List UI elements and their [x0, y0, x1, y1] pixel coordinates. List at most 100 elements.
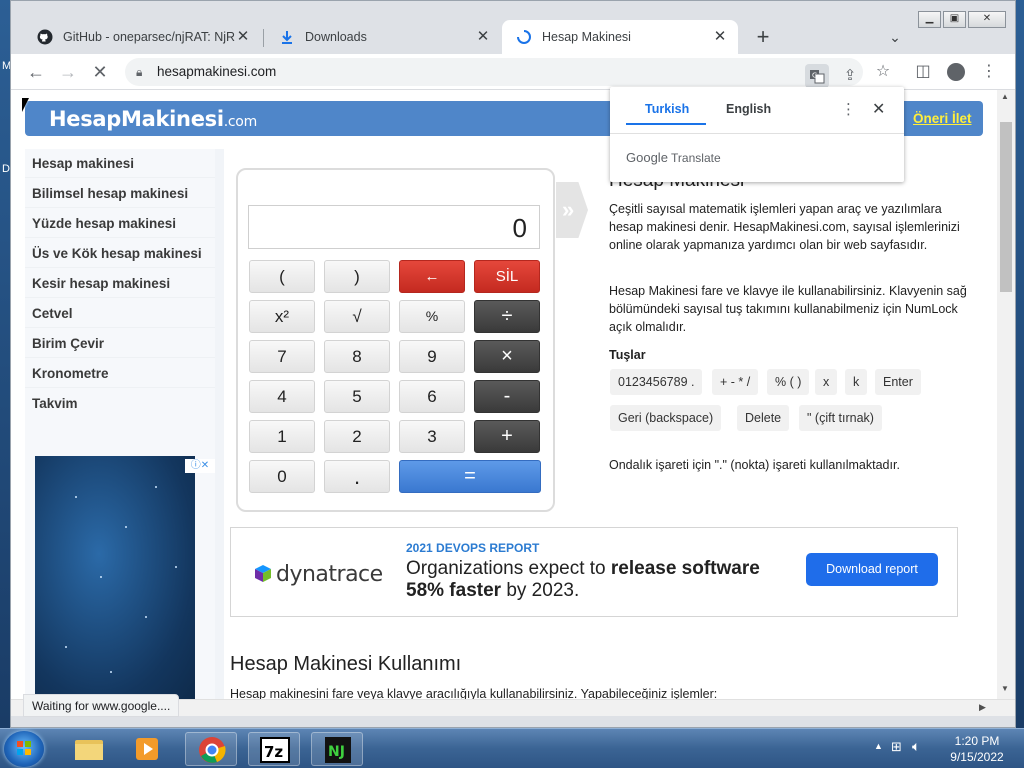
- close-icon[interactable]: ✕: [475, 29, 491, 45]
- forward-button[interactable]: →: [54, 58, 82, 86]
- ad-choices-icon[interactable]: ⓘ✕: [185, 459, 215, 473]
- tab-strip: ▁ ▣ ✕ GitHub - oneparsec/njRAT: NjRAT ✕ …: [11, 1, 1015, 54]
- profile-icon[interactable]: [942, 58, 970, 86]
- menu-icon[interactable]: ⋮: [975, 58, 1003, 86]
- key-8[interactable]: 8: [324, 340, 390, 373]
- key-4[interactable]: 4: [249, 380, 315, 413]
- dynatrace-ad[interactable]: dynatrace 2021 DEVOPS REPORT Organizatio…: [230, 527, 958, 617]
- tray-expand-icon[interactable]: ▲: [874, 741, 883, 751]
- key-percent[interactable]: %: [399, 300, 465, 333]
- sidebar-item-kronometre[interactable]: Kronometre: [32, 366, 109, 381]
- scroll-up-icon[interactable]: ▲: [1001, 92, 1009, 101]
- new-tab-button[interactable]: +: [749, 23, 777, 51]
- close-icon[interactable]: ✕: [872, 99, 885, 119]
- 7zip-icon[interactable]: 7z: [248, 732, 300, 766]
- sidebar-item-kesir[interactable]: Kesir hesap makinesi: [32, 276, 170, 291]
- key-5[interactable]: 5: [324, 380, 390, 413]
- key-backspace[interactable]: ←: [399, 260, 465, 293]
- key-subtract[interactable]: -: [474, 380, 540, 413]
- key-open-paren[interactable]: (: [249, 260, 315, 293]
- ad-headline: Organizations expect to release software…: [406, 558, 760, 601]
- media-player-icon[interactable]: [121, 732, 173, 766]
- divider: [610, 133, 904, 134]
- translate-icon[interactable]: G: [805, 64, 829, 88]
- calculator-expand-arrow[interactable]: »: [556, 182, 588, 238]
- chrome-icon[interactable]: [185, 732, 237, 766]
- usage-text: Hesap makinesini fare veya klavye aracıl…: [230, 687, 718, 699]
- sidebar-item-bilimsel[interactable]: Bilimsel hesap makinesi: [32, 186, 188, 201]
- sidebar-ad[interactable]: ⓘ✕: [35, 456, 215, 699]
- download-report-button[interactable]: Download report: [806, 553, 938, 586]
- tab-label: Downloads: [305, 30, 367, 44]
- njrat-icon[interactable]: NJ: [311, 732, 363, 766]
- bookmark-star-icon[interactable]: ☆: [869, 58, 897, 86]
- lock-icon: 🔒︎: [136, 65, 143, 79]
- sidebar-item-birim-cevir[interactable]: Birim Çevir: [32, 336, 104, 351]
- key-equals[interactable]: =: [399, 460, 541, 493]
- sidebar-item-takvim[interactable]: Takvim: [32, 396, 78, 411]
- key-chip: x: [815, 369, 838, 395]
- key-6[interactable]: 6: [399, 380, 465, 413]
- key-7[interactable]: 7: [249, 340, 315, 373]
- key-1[interactable]: 1: [249, 420, 315, 453]
- tab-search-button[interactable]: ⌄: [884, 26, 906, 48]
- clock-date[interactable]: 9/15/2022: [942, 750, 1012, 764]
- github-icon: [37, 29, 53, 45]
- calculator-display: 0: [248, 205, 540, 249]
- close-window-button[interactable]: ✕: [968, 11, 1006, 28]
- key-square[interactable]: x²: [249, 300, 315, 333]
- key-sqrt[interactable]: √: [324, 300, 390, 333]
- sidebar-item-cetvel[interactable]: Cetvel: [32, 306, 73, 321]
- tab-github[interactable]: GitHub - oneparsec/njRAT: NjRAT ✕: [23, 20, 261, 54]
- tab-hesap-makinesi[interactable]: Hesap Makinesi ✕: [502, 20, 738, 54]
- browser-toolbar: ← → ✕ 🔒︎ hesapmakinesi.com G ⇪ ☆ ◫ ⋮: [11, 54, 1015, 90]
- scroll-down-icon[interactable]: ▼: [1001, 684, 1009, 693]
- suggest-link[interactable]: Öneri İlet: [913, 111, 972, 126]
- more-options-icon[interactable]: ⋮: [841, 100, 856, 118]
- key-3[interactable]: 3: [399, 420, 465, 453]
- scrollbar-thumb[interactable]: [1000, 122, 1012, 292]
- translate-source-lang[interactable]: Turkish: [645, 102, 689, 116]
- clock-time[interactable]: 1:20 PM: [948, 734, 1006, 748]
- explorer-icon[interactable]: [63, 732, 115, 766]
- key-decimal[interactable]: .: [324, 460, 390, 493]
- start-button[interactable]: [4, 731, 44, 767]
- scroll-right-icon[interactable]: ▶: [979, 702, 986, 713]
- calculator: 0 ( ) ← SİL x² √ % ÷ 7 8 9 × 4 5 6 - 1 2…: [236, 168, 555, 512]
- site-logo[interactable]: HesapMakinesi.com: [49, 107, 257, 131]
- back-button[interactable]: ←: [22, 58, 50, 86]
- maximize-button[interactable]: ▣: [943, 11, 966, 28]
- key-0[interactable]: 0: [249, 460, 315, 493]
- tab-downloads[interactable]: Downloads ✕: [265, 20, 501, 54]
- key-9[interactable]: 9: [399, 340, 465, 373]
- taskbar: 7z NJ ▲ ⊞ 🔈︎ 1:20 PM 9/15/2022: [0, 728, 1024, 768]
- stop-button[interactable]: ✕: [86, 58, 114, 86]
- close-icon[interactable]: ✕: [235, 29, 251, 45]
- key-multiply[interactable]: ×: [474, 340, 540, 373]
- intro-paragraph: Çeşitli sayısal matematik işlemleri yapa…: [609, 202, 960, 252]
- share-icon[interactable]: ⇪: [838, 64, 862, 88]
- key-close-paren[interactable]: ): [324, 260, 390, 293]
- volume-icon[interactable]: 🔈︎: [912, 738, 920, 755]
- google-translate-label: Google Translate: [626, 150, 721, 165]
- close-icon[interactable]: ✕: [712, 29, 728, 45]
- key-clear[interactable]: SİL: [474, 260, 540, 293]
- selected-lang-underline: [626, 123, 706, 125]
- sidebar-item-hesap-makinesi[interactable]: Hesap makinesi: [32, 156, 134, 171]
- network-icon[interactable]: ⊞: [891, 739, 902, 755]
- sidebar-gutter: [215, 149, 224, 699]
- key-2[interactable]: 2: [324, 420, 390, 453]
- key-add[interactable]: +: [474, 420, 540, 453]
- key-chip: k: [845, 369, 868, 395]
- side-panel-icon[interactable]: ◫: [909, 58, 937, 86]
- sidebar-item-us-kok[interactable]: Üs ve Kök hesap makinesi: [32, 246, 202, 261]
- address-bar[interactable]: 🔒︎ hesapmakinesi.com G ⇪: [125, 58, 863, 88]
- vertical-scrollbar[interactable]: ▲ ▼: [997, 90, 1015, 699]
- sidebar-item-yuzde[interactable]: Yüzde hesap makinesi: [32, 216, 176, 231]
- tab-label: Hesap Makinesi: [542, 30, 631, 44]
- translate-target-lang[interactable]: English: [726, 102, 771, 116]
- minimize-button[interactable]: ▁: [918, 11, 941, 28]
- key-divide[interactable]: ÷: [474, 300, 540, 333]
- key-chip: Enter: [875, 369, 921, 395]
- sidebar-nav: Hesap makinesi Bilimsel hesap makinesi Y…: [25, 149, 215, 411]
